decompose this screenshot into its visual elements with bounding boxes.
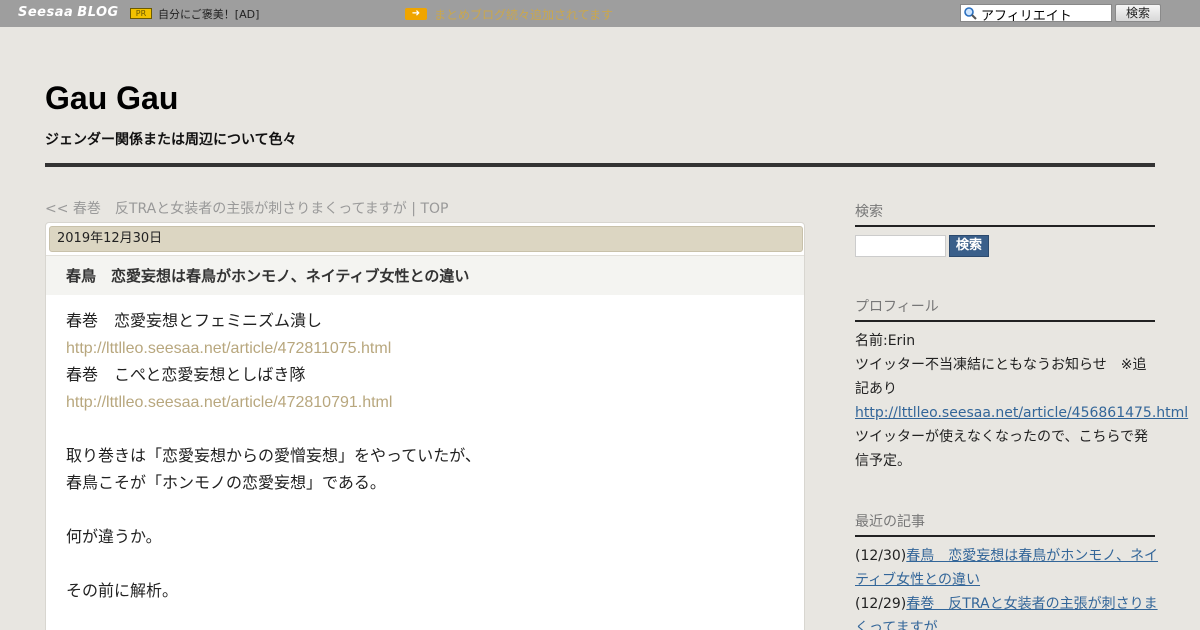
entry-date: 2019年12月30日 <box>49 226 803 252</box>
sidebar-recent-heading: 最近の記事 <box>855 511 1155 537</box>
body-line-with-link: http://lttlleo.seesaa.net/article/472810… <box>66 388 786 415</box>
body-line: 何が違うか。 <box>66 527 162 546</box>
entry-title[interactable]: 春鳥 恋愛妄想は春鳥がホンモノ、ネイティブ女性との違い <box>66 265 469 286</box>
body-line: 春巻 こぺと恋愛妄想としばき隊 <box>66 365 306 384</box>
profile-content: 名前:Erin ツイッター不当凍結にともなうお知らせ ※追 記あり http:/… <box>855 329 1188 473</box>
site-title[interactable]: Gau Gau <box>45 80 178 117</box>
logo-blog: BLOG <box>77 5 119 20</box>
prev-article-link[interactable]: << 春巻 反TRAと女装者の主張が刺さりまくってますが <box>45 201 407 217</box>
entry-title-bar: 春鳥 恋愛妄想は春鳥がホンモノ、ネイティブ女性との違い <box>46 255 804 295</box>
arrow-right-icon: ➜ <box>405 8 427 20</box>
profile-note-line2: 信予定。 <box>855 453 911 469</box>
recent-article-link-cont[interactable]: ティブ女性との違い <box>855 572 980 588</box>
header-divider <box>45 163 1155 167</box>
search-icon <box>964 7 977 20</box>
sidebar-search-input[interactable] <box>855 235 946 257</box>
profile-name: 名前:Erin <box>855 333 916 349</box>
sidebar-search-heading: 検索 <box>855 201 1155 227</box>
profile-notice-line2: 記あり <box>855 381 897 397</box>
matome-notice-link[interactable]: まとめブログ続々追加されてます <box>434 6 613 23</box>
recent-article-link[interactable]: 春鳥 恋愛妄想は春鳥がホンモノ、ネイ <box>906 548 1158 564</box>
article-navigation: << 春巻 反TRAと女装者の主張が刺さりまくってますが | TOP <box>45 198 448 218</box>
recent-article-date: (12/29) <box>855 596 907 612</box>
recent-article-item: (12/30)春鳥 恋愛妄想は春鳥がホンモノ、ネイ ティブ女性との違い <box>855 544 1158 592</box>
logo-seesaa: Seesaa <box>18 5 74 20</box>
profile-notice-line1: ツイッター不当凍結にともなうお知らせ ※追 <box>855 357 1147 373</box>
article-entry: 2019年12月30日 春鳥 恋愛妄想は春鳥がホンモノ、ネイティブ女性との違い … <box>45 222 805 630</box>
recent-article-date: (12/30) <box>855 548 907 564</box>
recent-article-link[interactable]: 春巻 反TRAと女装者の主張が刺さりま <box>906 596 1157 612</box>
body-url-link[interactable]: http://lttlleo.seesaa.net/article/472810… <box>66 394 392 411</box>
pr-ad-link[interactable]: 自分にご褒美！[AD] <box>158 6 259 22</box>
pr-badge: PR <box>130 8 152 19</box>
sidebar-search-button[interactable]: 検索 <box>949 235 989 257</box>
recent-articles-list: (12/30)春鳥 恋愛妄想は春鳥がホンモノ、ネイ ティブ女性との違い (12/… <box>855 544 1158 630</box>
seesaa-top-bar: Seesaa BLOG PR 自分にご褒美！[AD] ➜ まとめブログ続々追加され… <box>0 0 1200 27</box>
body-line: その前に解析。 <box>66 581 179 600</box>
recent-article-link-cont[interactable]: くってますが <box>855 620 938 630</box>
nav-separator: | <box>411 201 416 217</box>
body-line <box>66 415 786 442</box>
body-line: 春巻 恋愛妄想とフェミニズム潰し <box>66 311 323 330</box>
profile-notice-link[interactable]: http://lttlleo.seesaa.net/article/456861… <box>855 405 1188 421</box>
entry-body: 春巻 恋愛妄想とフェミニズム潰し http://lttlleo.seesaa.ne… <box>66 307 786 604</box>
top-search-button[interactable]: 検索 <box>1115 4 1161 22</box>
sidebar-profile-heading: プロフィール <box>855 296 1155 322</box>
top-search-input[interactable]: アフィリエイト <box>960 4 1112 24</box>
body-line <box>66 496 786 523</box>
profile-note-line1: ツイッターが使えなくなったので、こちらで発 <box>855 429 1149 445</box>
recent-article-item: (12/29)春巻 反TRAと女装者の主張が刺さりま くってますが <box>855 592 1158 630</box>
body-url-link[interactable]: http://lttlleo.seesaa.net/article/472811… <box>66 340 391 357</box>
body-line-with-link: http://lttlleo.seesaa.net/article/472811… <box>66 334 786 361</box>
body-line: 春鳥こそが「ホンモノの恋愛妄想」である。 <box>66 473 386 492</box>
body-line <box>66 550 786 577</box>
site-description: ジェンダー関係または周辺について色々 <box>45 132 297 148</box>
seesaa-blog-logo[interactable]: Seesaa BLOG <box>18 5 119 20</box>
top-link[interactable]: TOP <box>420 201 448 217</box>
body-line: 取り巻きは「恋愛妄想からの愛憎妄想」をやっていたが、 <box>66 446 481 465</box>
